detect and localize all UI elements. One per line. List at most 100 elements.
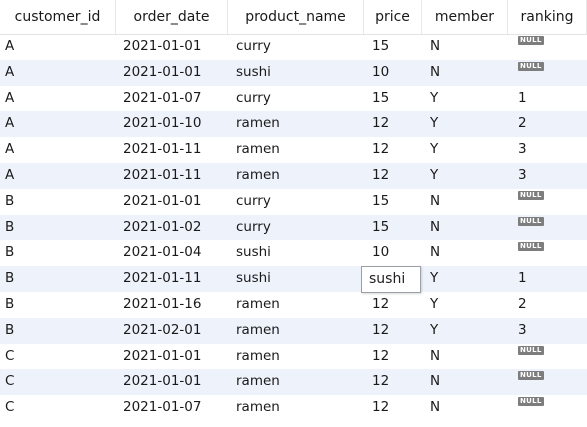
column-header-ranking[interactable]: ranking [508, 0, 587, 34]
table-row[interactable]: B 2021-01-04 sushi 10 N NULL [0, 240, 587, 266]
cell-order-date[interactable]: 2021-01-01 [116, 369, 228, 395]
cell-product-name[interactable]: sushi [228, 240, 364, 266]
cell-product-name[interactable]: sushi [228, 266, 364, 292]
table-row[interactable]: A 2021-01-11 ramen 12 Y 3 [0, 163, 587, 189]
cell-member[interactable]: N [422, 34, 508, 60]
cell-product-name[interactable]: ramen [228, 292, 364, 318]
cell-customer-id[interactable]: B [0, 266, 116, 292]
table-row[interactable]: C 2021-01-01 ramen 12 N NULL [0, 369, 587, 396]
cell-product-name[interactable]: ramen [228, 137, 364, 163]
cell-order-date[interactable]: 2021-01-07 [116, 86, 228, 112]
cell-price[interactable]: 15 [364, 189, 422, 215]
cell-order-date[interactable]: 2021-01-11 [116, 266, 228, 292]
cell-order-date[interactable]: 2021-01-01 [116, 34, 228, 60]
cell-member[interactable]: N [422, 344, 508, 370]
cell-product-name[interactable]: ramen [228, 395, 364, 421]
cell-ranking[interactable]: NULL [508, 240, 587, 266]
cell-product-name[interactable]: curry [228, 34, 364, 60]
cell-ranking[interactable]: 3 [508, 163, 587, 189]
cell-order-date[interactable]: 2021-02-01 [116, 318, 228, 344]
cell-product-name[interactable]: ramen [228, 318, 364, 344]
cell-customer-id[interactable]: A [0, 86, 116, 112]
cell-order-date[interactable]: 2021-01-04 [116, 240, 228, 266]
results-grid[interactable]: customer_id order_date product_name price me… [0, 0, 587, 427]
cell-order-date[interactable]: 2021-01-16 [116, 292, 228, 318]
cell-product-name[interactable]: sushi [228, 60, 364, 86]
cell-order-date[interactable]: 2021-01-11 [116, 163, 228, 189]
table-row[interactable]: A 2021-01-10 ramen 12 Y 2 [0, 111, 587, 138]
column-header-price[interactable]: price [364, 0, 422, 34]
cell-ranking[interactable]: NULL [508, 344, 587, 370]
column-header-customer-id[interactable]: customer_id [0, 0, 116, 34]
cell-order-date[interactable]: 2021-01-10 [116, 111, 228, 137]
table-row[interactable]: B2021-01-11sushi10Y1 [0, 266, 587, 292]
column-header-order-date[interactable]: order_date [116, 0, 228, 34]
cell-product-name[interactable]: ramen [228, 111, 364, 137]
column-header-member[interactable]: member [422, 0, 508, 34]
cell-member[interactable]: Y [422, 137, 508, 163]
cell-member[interactable]: Y [422, 266, 508, 292]
table-row[interactable]: C 2021-01-01 ramen 12 N NULL [0, 344, 587, 370]
cell-customer-id[interactable]: B [0, 318, 116, 344]
cell-customer-id[interactable]: A [0, 34, 116, 60]
cell-customer-id[interactable]: A [0, 111, 116, 137]
cell-member[interactable]: Y [422, 163, 508, 189]
cell-price[interactable]: 12 [364, 137, 422, 163]
cell-ranking[interactable]: 2 [508, 292, 587, 318]
cell-member[interactable]: Y [422, 318, 508, 344]
cell-price[interactable]: 12 [364, 292, 422, 318]
cell-product-name[interactable]: curry [228, 215, 364, 241]
cell-member[interactable]: N [422, 395, 508, 421]
cell-price[interactable]: 10 [364, 240, 422, 266]
cell-customer-id[interactable]: C [0, 369, 116, 395]
cell-ranking[interactable]: NULL [508, 395, 587, 421]
cell-member[interactable]: N [422, 240, 508, 266]
cell-ranking[interactable]: 1 [508, 86, 587, 112]
table-row[interactable]: A 2021-01-11 ramen 12 Y 3 [0, 137, 587, 163]
cell-product-name[interactable]: curry [228, 189, 364, 215]
table-row[interactable]: B 2021-02-01 ramen 12 Y 3 [0, 317, 587, 344]
cell-order-date[interactable]: 2021-01-07 [116, 395, 228, 421]
cell-member[interactable]: N [422, 60, 508, 86]
table-row[interactable]: A 2021-01-01 curry 15 N NULL [0, 34, 587, 60]
cell-customer-id[interactable]: B [0, 292, 116, 318]
cell-price[interactable]: 15 [364, 34, 422, 60]
cell-ranking[interactable]: NULL [508, 215, 587, 241]
cell-member[interactable]: N [422, 189, 508, 215]
cell-member[interactable]: Y [422, 111, 508, 137]
cell-price[interactable]: 15 [364, 86, 422, 112]
cell-product-name[interactable]: curry [228, 86, 364, 112]
cell-customer-id[interactable]: A [0, 163, 116, 189]
cell-ranking[interactable]: NULL [508, 60, 587, 86]
cell-order-date[interactable]: 2021-01-01 [116, 344, 228, 370]
table-row[interactable]: B 2021-01-01 curry 15 N NULL [0, 189, 587, 215]
cell-price[interactable]: 10 [364, 60, 422, 86]
cell-customer-id[interactable]: B [0, 189, 116, 215]
cell-order-date[interactable]: 2021-01-11 [116, 137, 228, 163]
cell-order-date[interactable]: 2021-01-01 [116, 189, 228, 215]
cell-price[interactable]: 12 [364, 344, 422, 370]
cell-price[interactable]: 12 [364, 395, 422, 421]
column-header-product-name[interactable]: product_name [228, 0, 364, 34]
cell-member[interactable]: N [422, 215, 508, 241]
cell-member[interactable]: Y [422, 86, 508, 112]
cell-ranking[interactable]: 3 [508, 137, 587, 163]
cell-customer-id[interactable]: B [0, 215, 116, 241]
cell-customer-id[interactable]: A [0, 60, 116, 86]
cell-customer-id[interactable]: B [0, 240, 116, 266]
cell-ranking[interactable]: 1 [508, 266, 587, 292]
cell-price[interactable]: 12 [364, 318, 422, 344]
table-row[interactable]: A 2021-01-01 sushi 10 N NULL [0, 59, 587, 86]
table-row[interactable]: C 2021-01-07 ramen 12 N NULL [0, 395, 587, 421]
cell-product-name[interactable]: ramen [228, 344, 364, 370]
cell-price[interactable]: 12 [364, 369, 422, 395]
cell-ranking[interactable]: NULL [508, 369, 587, 395]
cell-ranking[interactable]: 2 [508, 111, 587, 137]
cell-customer-id[interactable]: C [0, 395, 116, 421]
cell-price[interactable]: 15 [364, 215, 422, 241]
cell-ranking[interactable]: 3 [508, 318, 587, 344]
cell-customer-id[interactable]: C [0, 344, 116, 370]
cell-product-name[interactable]: ramen [228, 163, 364, 189]
table-row[interactable]: B 2021-01-02 curry 15 N NULL [0, 214, 587, 241]
cell-price[interactable]: 12 [364, 163, 422, 189]
